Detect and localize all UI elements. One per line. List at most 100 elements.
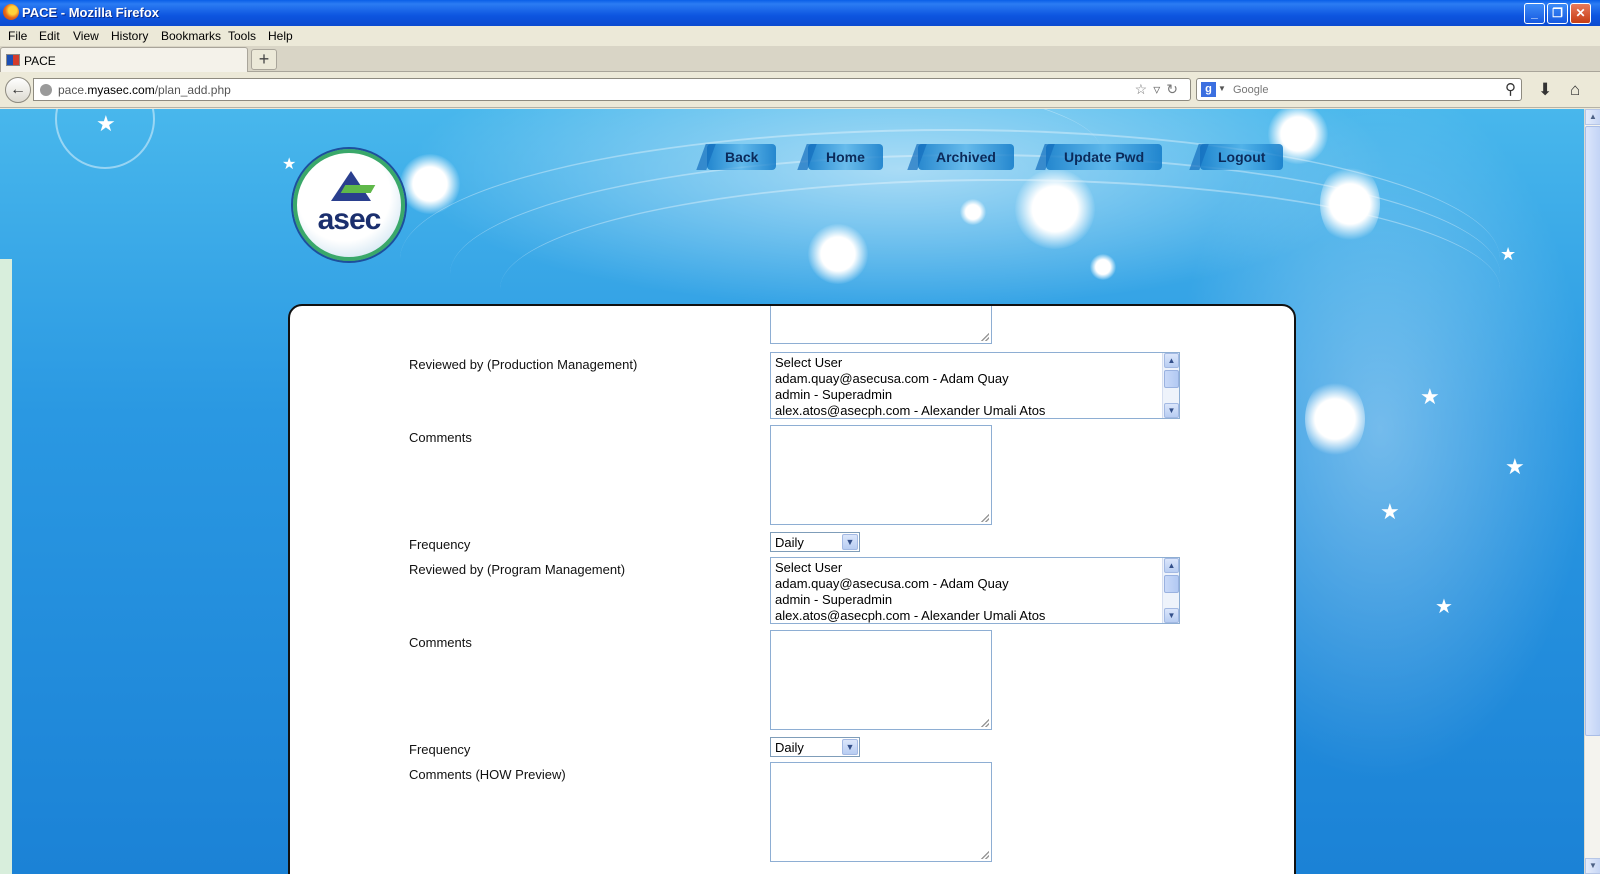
nav-update-pwd-button[interactable]: Update Pwd [1046,144,1163,170]
address-bar[interactable]: pace.myasec.com/plan_add.php ☆▿↻ [33,78,1191,101]
resize-grip-icon[interactable] [981,333,989,341]
page-scrollbar[interactable]: ▲ ▼ [1584,109,1600,874]
back-arrow-icon: ← [10,81,26,98]
google-engine-icon[interactable]: g [1201,82,1216,97]
scroll-thumb[interactable] [1585,126,1600,736]
logo-swoosh [340,185,376,193]
search-bar[interactable]: g ▼ Google ⚲ [1196,78,1522,101]
search-icon[interactable]: ⚲ [1505,80,1516,98]
menu-edit[interactable]: Edit [39,29,60,43]
engine-dropdown-icon[interactable]: ▼ [1218,84,1226,93]
frequency-value-1: Daily [775,535,804,550]
listbox-option[interactable]: adam.quay@asecusa.com - Adam Quay [775,576,1009,591]
prog-review-label: Reviewed by (Program Management) [409,562,626,577]
restore-button[interactable]: ❐ [1547,3,1568,24]
frequency-value-2: Daily [775,740,804,755]
menu-history[interactable]: History [111,29,148,43]
frequency-label-2: Frequency [409,742,471,757]
scroll-up-icon[interactable]: ▲ [1585,109,1600,125]
tab-pace[interactable]: PACE [0,47,248,72]
prog-review-listbox[interactable]: Select User adam.quay@asecusa.com - Adam… [770,557,1180,624]
nav-archived-button[interactable]: Archived [918,144,1014,170]
menu-bookmarks[interactable]: Bookmarks [161,29,221,43]
nav-back-button[interactable]: Back [707,144,777,170]
scroll-thumb[interactable] [1164,575,1179,593]
menu-help[interactable]: Help [268,29,293,43]
decor-glow [1090,254,1116,280]
nav-home-button[interactable]: Home [808,144,883,170]
nav-logout-button[interactable]: Logout [1200,144,1284,170]
tab-label: PACE [24,54,56,68]
decor-star: ★ [1435,596,1453,618]
listbox-scrollbar[interactable]: ▲ ▼ [1162,353,1179,418]
decor-star: ★ [1420,384,1440,409]
how-preview-textarea[interactable] [770,762,992,862]
comments-label-1: Comments [409,430,472,445]
browser-window: PACE - Mozilla Firefox _ ❐ ✕ File Edit V… [0,0,1600,874]
previous-comments-textarea[interactable] [770,306,992,344]
site-identity-icon[interactable] [40,84,52,96]
decor-star: ★ [282,156,297,173]
page-content: ★ ★ ★ ★ ★ ★ ★ asec Back Home Archived Up… [0,109,1584,874]
downloads-icon[interactable]: ⬇ [1538,80,1552,100]
scroll-up-icon[interactable]: ▲ [1164,353,1179,368]
scroll-thumb[interactable] [1164,370,1179,388]
menu-bar: File Edit View History Bookmarks Tools H… [0,26,1600,46]
listbox-option[interactable]: alex.atos@asecph.com - Alexander Umali A… [775,608,1045,623]
close-button[interactable]: ✕ [1570,3,1591,24]
frequency-label-1: Frequency [409,537,471,552]
home-icon[interactable]: ⌂ [1570,80,1580,100]
scroll-down-icon[interactable]: ▼ [1164,608,1179,623]
listbox-option[interactable]: Select User [775,560,842,575]
chevron-down-icon[interactable]: ▼ [842,534,858,550]
reload-icon[interactable]: ↻ [1166,81,1184,97]
scroll-up-icon[interactable]: ▲ [1164,558,1179,573]
asec-logo[interactable]: asec [293,149,405,261]
browser-back-button[interactable]: ← [5,77,31,103]
window-title: PACE - Mozilla Firefox [22,5,159,20]
title-bar: PACE - Mozilla Firefox _ ❐ ✕ [0,0,1600,26]
url-text: pace.myasec.com/plan_add.php [58,83,231,97]
decor-glow [808,224,868,284]
listbox-option[interactable]: alex.atos@asecph.com - Alexander Umali A… [775,403,1045,418]
scroll-down-icon[interactable]: ▼ [1585,858,1600,874]
minimize-button[interactable]: _ [1524,3,1545,24]
history-dropdown-icon[interactable]: ▿ [1153,81,1166,97]
listbox-option[interactable]: admin - Superadmin [775,387,892,402]
decor-star: ★ [96,111,116,136]
decor-glow [1015,169,1095,249]
listbox-option[interactable]: Select User [775,355,842,370]
menu-file[interactable]: File [8,29,27,43]
decor-star: ★ [1505,454,1525,479]
page-left-edge [0,259,12,874]
frequency-select-1[interactable]: Daily ▼ [770,532,860,552]
comments-label-2: Comments [409,635,472,650]
listbox-scrollbar[interactable]: ▲ ▼ [1162,558,1179,623]
scroll-down-icon[interactable]: ▼ [1164,403,1179,418]
firefox-icon [3,4,19,20]
how-preview-label: Comments (HOW Preview) [409,767,566,782]
search-placeholder: Google [1233,84,1269,96]
resize-grip-icon[interactable] [981,514,989,522]
listbox-option[interactable]: admin - Superadmin [775,592,892,607]
decor-star: ★ [1380,499,1400,524]
resize-grip-icon[interactable] [981,851,989,859]
prod-review-listbox[interactable]: Select User adam.quay@asecusa.com - Adam… [770,352,1180,419]
decor-glow [960,199,986,225]
comments-textarea-1[interactable] [770,425,992,525]
decor-glow [400,154,460,214]
prod-review-label: Reviewed by (Production Management) [409,357,638,372]
bookmark-star-icon[interactable]: ☆ [1135,81,1154,97]
menu-tools[interactable]: Tools [228,29,256,43]
frequency-select-2[interactable]: Daily ▼ [770,737,860,757]
listbox-option[interactable]: adam.quay@asecusa.com - Adam Quay [775,371,1009,386]
chevron-down-icon[interactable]: ▼ [842,739,858,755]
pace-favicon-icon [6,54,20,66]
resize-grip-icon[interactable] [981,719,989,727]
new-tab-button[interactable]: + [251,49,277,70]
menu-view[interactable]: View [73,29,99,43]
comments-textarea-2[interactable] [770,630,992,730]
form-panel: Reviewed by (Production Management) Sele… [288,304,1296,874]
url-bar-icons: ☆▿↻ [1135,81,1184,98]
navigation-bar: ← pace.myasec.com/plan_add.php ☆▿↻ g ▼ G… [0,72,1600,108]
